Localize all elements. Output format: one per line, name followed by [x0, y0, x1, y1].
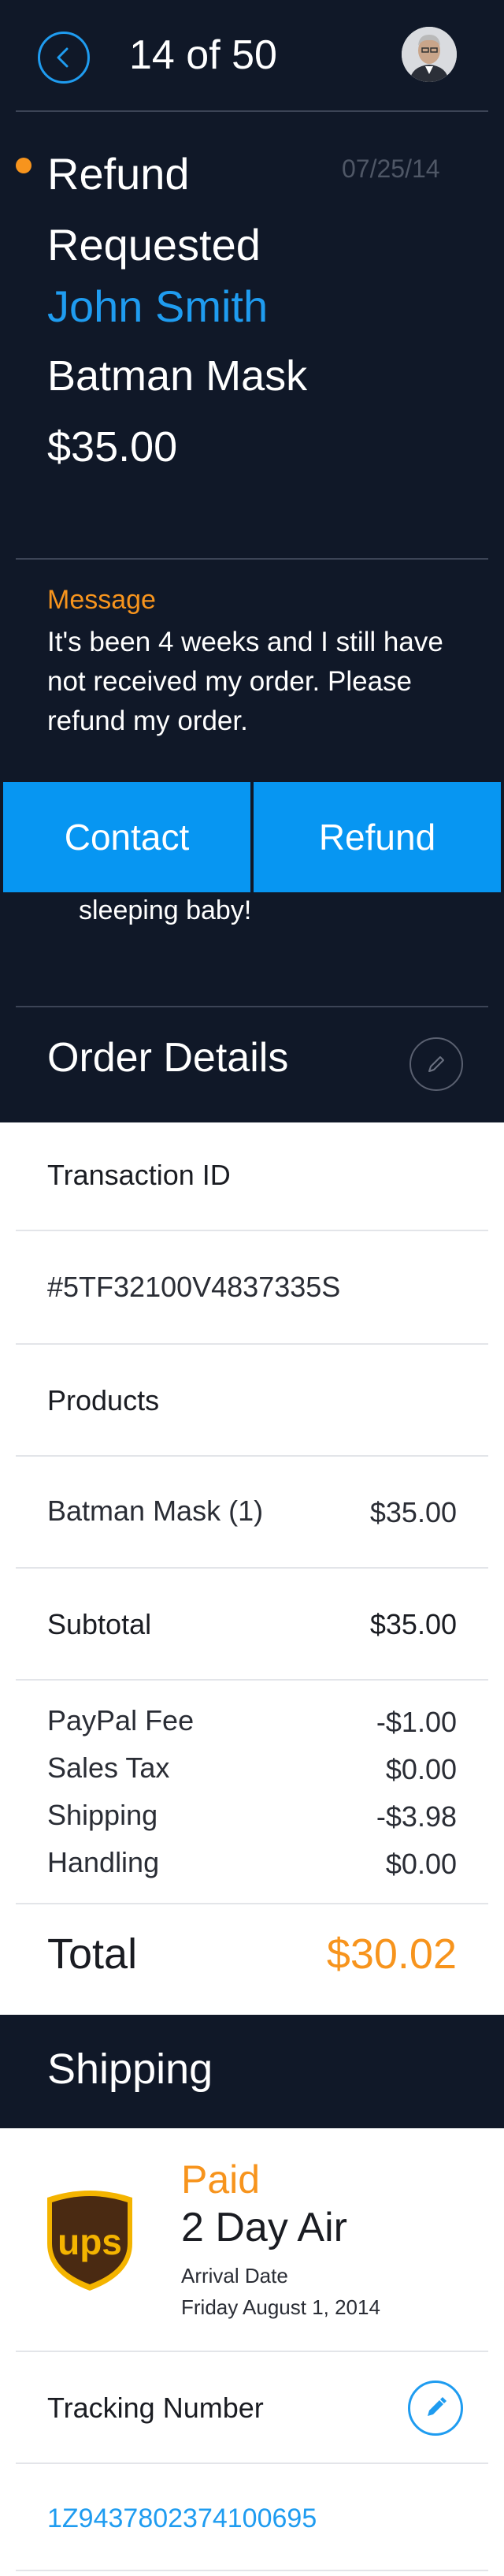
divider — [16, 1230, 488, 1231]
unread-dot-icon — [16, 158, 32, 173]
item-counter: 14 of 50 — [129, 32, 277, 78]
refund-button[interactable]: Refund — [254, 782, 501, 892]
products-label: Products — [47, 1384, 160, 1416]
chevron-left-icon — [57, 47, 69, 68]
divider — [16, 1006, 488, 1007]
pencil-icon — [428, 2397, 447, 2416]
shipping-status: Paid — [181, 2157, 261, 2202]
arrival-date-label: Arrival Date — [181, 2264, 288, 2288]
request-status: Refund Requested — [47, 149, 261, 270]
divider — [16, 1903, 488, 1904]
fee-label-sales-tax: Sales Tax — [47, 1751, 170, 1784]
divider — [16, 2570, 488, 2571]
divider — [16, 1343, 488, 1345]
edit-order-button[interactable] — [410, 1037, 463, 1091]
ups-logo: ups — [44, 2187, 135, 2292]
edit-tracking-button[interactable] — [408, 2381, 463, 2436]
request-amount: $35.00 — [47, 423, 178, 471]
divider — [16, 1567, 488, 1569]
product-line-price: $35.00 — [369, 1496, 457, 1528]
tracking-number-link[interactable]: 1Z9437802374100695 — [47, 2503, 317, 2534]
back-button[interactable] — [38, 32, 90, 84]
fee-label-paypal: PayPal Fee — [47, 1704, 195, 1737]
divider — [16, 2462, 488, 2464]
pencil-icon — [428, 1056, 444, 1072]
fee-value-paypal: -$1.00 — [376, 1706, 457, 1738]
message-text: It's been 4 weeks and I still have not r… — [47, 627, 443, 736]
shipping-title: Shipping — [47, 2046, 213, 2093]
avatar[interactable] — [402, 27, 457, 82]
shipping-method: 2 Day Air — [181, 2205, 347, 2250]
divider — [16, 110, 488, 112]
subtotal-label: Subtotal — [47, 1608, 152, 1640]
message-text-partial: sleeping baby! — [79, 895, 252, 925]
order-details-title: Order Details — [47, 1035, 289, 1081]
fee-value-handling: $0.00 — [385, 1848, 457, 1880]
divider — [16, 2351, 488, 2352]
fee-value-sales-tax: $0.00 — [385, 1753, 457, 1785]
divider — [16, 558, 488, 560]
product-line-name: Batman Mask (1) — [47, 1495, 264, 1527]
request-date: 07/25/14 — [342, 154, 440, 183]
divider — [16, 1679, 488, 1681]
fee-label-handling: Handling — [47, 1846, 160, 1878]
user-photo — [402, 27, 457, 82]
arrival-date-value: Friday August 1, 2014 — [181, 2295, 380, 2319]
product-name: Batman Mask — [47, 352, 308, 400]
total-label: Total — [47, 1930, 138, 1978]
subtotal-value: $35.00 — [369, 1608, 457, 1640]
divider — [16, 1455, 488, 1457]
customer-name-link[interactable]: John Smith — [47, 281, 268, 332]
contact-button[interactable]: Contact — [3, 782, 250, 892]
transaction-id-label: Transaction ID — [47, 1159, 231, 1191]
transaction-id-value: #5TF32100V4837335S — [47, 1271, 341, 1303]
fee-label-shipping: Shipping — [47, 1799, 158, 1831]
total-value: $30.02 — [326, 1930, 457, 1978]
message-label: Message — [47, 585, 156, 615]
svg-text:ups: ups — [57, 2221, 122, 2262]
tracking-number-label: Tracking Number — [47, 2392, 264, 2424]
fee-value-shipping: -$3.98 — [376, 1800, 457, 1833]
